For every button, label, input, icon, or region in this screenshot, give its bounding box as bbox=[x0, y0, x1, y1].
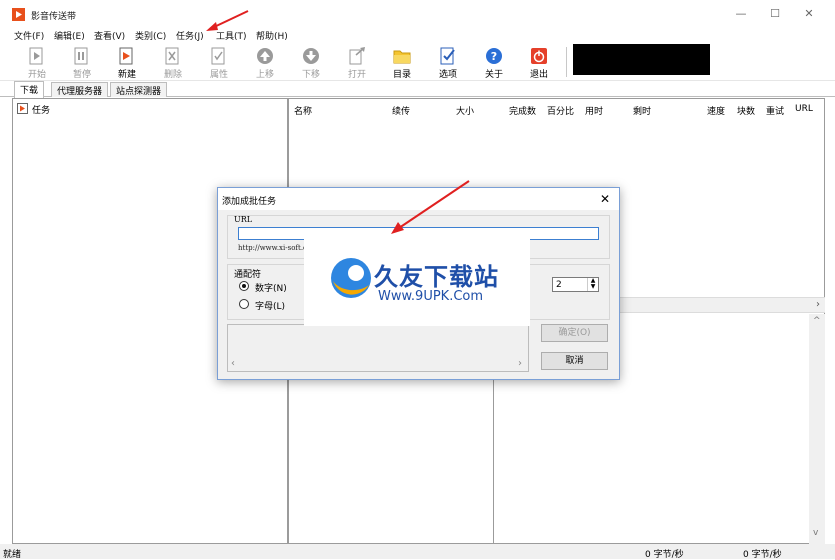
col-speed[interactable]: 速度 bbox=[707, 104, 725, 117]
tab-strip: 下载 代理服务器 站点探测器 bbox=[0, 81, 835, 98]
col-remaining[interactable]: 剩时 bbox=[633, 104, 651, 117]
options-button[interactable]: 选项 bbox=[427, 45, 469, 80]
menu-help[interactable]: 帮助(H) bbox=[256, 29, 288, 42]
dialog-title: 添加成批任务 bbox=[222, 197, 277, 207]
tab-download[interactable]: 下载 bbox=[14, 81, 45, 98]
redacted-area bbox=[573, 44, 710, 75]
status-speed-2: 0 字节/秒 bbox=[743, 550, 782, 560]
menu-file[interactable]: 文件(F) bbox=[14, 29, 44, 42]
status-text: 就绪 bbox=[3, 550, 22, 560]
wildcard-label: 通配符 bbox=[234, 270, 262, 280]
tab-proxy-server[interactable]: 代理服务器 bbox=[51, 82, 109, 97]
tree-item-tasks[interactable]: 任务 bbox=[32, 103, 50, 116]
exit-label: 退出 bbox=[529, 70, 548, 80]
task-folder-icon bbox=[17, 103, 28, 114]
about-label: 关于 bbox=[484, 70, 503, 80]
move-up-button[interactable]: 上移 bbox=[244, 45, 286, 80]
menu-edit[interactable]: 编辑(E) bbox=[54, 29, 85, 42]
spinner-arrows-icon[interactable]: ▲ ▼ bbox=[587, 278, 598, 291]
move-down-label: 下移 bbox=[301, 70, 320, 80]
cancel-button[interactable]: 取消 bbox=[541, 352, 608, 370]
col-resume[interactable]: 续传 bbox=[392, 104, 410, 117]
about-button[interactable]: ? 关于 bbox=[473, 45, 515, 80]
ok-button[interactable]: 确定(O) bbox=[541, 324, 608, 342]
dialog-close-button[interactable]: ✕ bbox=[595, 190, 615, 208]
menu-bar: 文件(F) 编辑(E) 查看(V) 类别(C) 任务(J) 工具(T) 帮助(H… bbox=[0, 27, 835, 43]
radio-letter-label[interactable]: 字母(L) bbox=[255, 299, 285, 312]
options-label: 选项 bbox=[438, 70, 457, 80]
menu-task[interactable]: 任务(J) bbox=[176, 29, 204, 42]
watermark-url: Www.9UPK.Com bbox=[378, 289, 484, 304]
scroll-down-icon[interactable]: v bbox=[813, 528, 818, 538]
pause-icon bbox=[74, 47, 88, 65]
url-label: URL bbox=[234, 215, 253, 224]
properties-label: 属性 bbox=[209, 70, 228, 80]
directory-button[interactable]: 目录 bbox=[381, 45, 423, 80]
scroll-right-icon[interactable]: › bbox=[816, 299, 820, 310]
new-button[interactable]: 新建 bbox=[106, 45, 148, 80]
properties-icon bbox=[211, 47, 225, 65]
start-icon bbox=[29, 47, 43, 65]
new-icon bbox=[119, 47, 133, 65]
menu-category[interactable]: 类别(C) bbox=[135, 29, 166, 42]
move-up-label: 上移 bbox=[255, 70, 274, 80]
power-icon bbox=[531, 48, 547, 64]
tab-site-explorer[interactable]: 站点探测器 bbox=[110, 82, 168, 97]
start-button[interactable]: 开始 bbox=[16, 45, 58, 80]
folder-icon bbox=[393, 50, 411, 64]
vertical-scrollbar[interactable]: ^ v bbox=[809, 314, 825, 544]
pause-label: 暂停 bbox=[72, 70, 91, 80]
move-down-button[interactable]: 下移 bbox=[290, 45, 332, 80]
radio-letter[interactable] bbox=[239, 299, 249, 309]
app-icon bbox=[12, 8, 25, 21]
properties-button[interactable]: 属性 bbox=[198, 45, 240, 80]
new-label: 新建 bbox=[117, 70, 136, 80]
svg-text:?: ? bbox=[491, 50, 497, 63]
exit-button[interactable]: 退出 bbox=[518, 45, 560, 80]
scroll-left-icon[interactable]: ‹ bbox=[231, 358, 235, 369]
col-elapsed[interactable]: 用时 bbox=[585, 104, 603, 117]
delete-icon bbox=[165, 47, 179, 65]
status-bar: 就绪 0 字节/秒 0 字节/秒 bbox=[0, 544, 835, 560]
col-retry[interactable]: 重试 bbox=[766, 104, 784, 117]
arrow-down-icon bbox=[303, 48, 319, 64]
col-completed[interactable]: 完成数 bbox=[509, 104, 536, 117]
col-name[interactable]: 名称 bbox=[294, 104, 312, 117]
maximize-button[interactable]: ☐ bbox=[760, 4, 790, 24]
delete-button[interactable]: 删除 bbox=[152, 45, 194, 80]
minimize-button[interactable]: — bbox=[726, 4, 756, 24]
toolbar-separator bbox=[566, 47, 568, 77]
options-icon bbox=[440, 47, 455, 65]
col-percent[interactable]: 百分比 bbox=[547, 104, 574, 117]
watermark-logo: 久友下载站 Www.9UPK.Com bbox=[304, 239, 530, 326]
watermark-emblem-icon bbox=[331, 258, 371, 298]
arrow-up-icon bbox=[257, 48, 273, 64]
col-blocks[interactable]: 块数 bbox=[737, 104, 755, 117]
menu-tools[interactable]: 工具(T) bbox=[216, 29, 247, 42]
delete-label: 删除 bbox=[163, 70, 182, 80]
col-size[interactable]: 大小 bbox=[456, 104, 474, 117]
window-title: 影音传送带 bbox=[31, 12, 77, 22]
open-label: 打开 bbox=[347, 70, 366, 80]
scroll-right-icon[interactable]: › bbox=[518, 358, 522, 369]
help-icon: ? bbox=[486, 48, 502, 64]
watermark-brand: 久友下载站 bbox=[374, 263, 499, 291]
directory-label: 目录 bbox=[392, 70, 411, 80]
preview-list[interactable]: ‹ › bbox=[227, 324, 529, 372]
menu-view[interactable]: 查看(V) bbox=[94, 29, 125, 42]
scroll-up-icon[interactable]: ^ bbox=[813, 316, 821, 326]
col-url[interactable]: URL bbox=[795, 104, 813, 114]
dialog-titlebar: 添加成批任务 ✕ bbox=[218, 188, 619, 210]
digits-spinner[interactable]: 2 ▲ ▼ bbox=[552, 277, 599, 292]
radio-numeric-label[interactable]: 数字(N) bbox=[255, 281, 287, 294]
title-bar: 影音传送带 — ☐ ✕ bbox=[0, 0, 835, 27]
pause-button[interactable]: 暂停 bbox=[61, 45, 103, 80]
close-button[interactable]: ✕ bbox=[794, 4, 824, 24]
open-button[interactable]: 打开 bbox=[336, 45, 378, 80]
status-speed-1: 0 字节/秒 bbox=[645, 550, 684, 560]
start-label: 开始 bbox=[27, 70, 46, 80]
open-file-icon bbox=[349, 47, 365, 65]
spinner-value: 2 bbox=[556, 280, 562, 290]
radio-numeric[interactable] bbox=[239, 281, 249, 291]
